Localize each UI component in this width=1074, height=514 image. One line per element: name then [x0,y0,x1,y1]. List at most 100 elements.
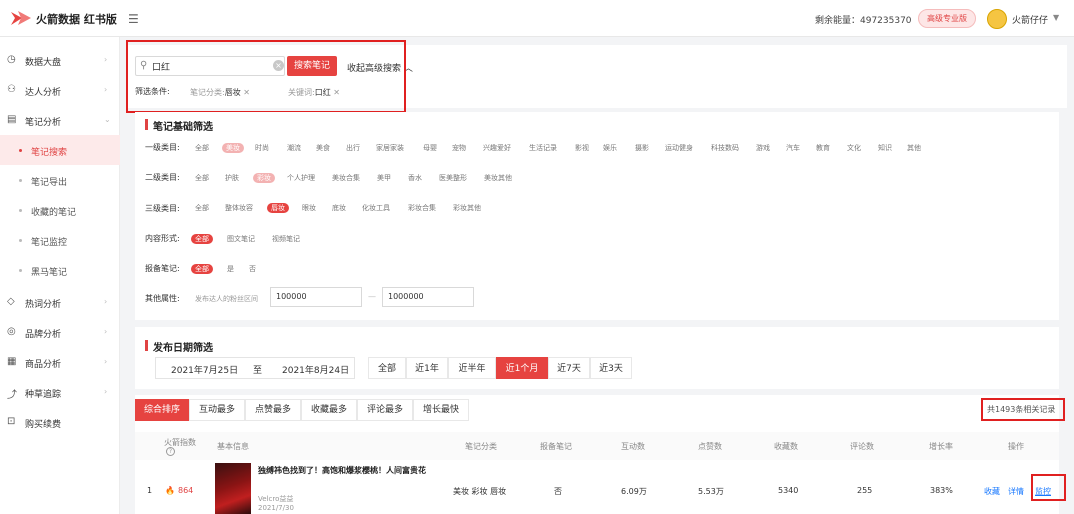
range-all[interactable]: 全部 [368,357,406,379]
sort-likes[interactable]: 点赞最多 [245,399,301,421]
chevron-right-icon: › [104,55,108,64]
filter-option[interactable]: 个人护理 [287,173,315,183]
filter-option[interactable]: 母婴 [423,143,437,153]
range-3-days[interactable]: 近3天 [590,357,632,379]
row-category: 美妆 彩妆 唇妆 [453,487,507,496]
sidebar-item-dashboard[interactable]: ◷ 数据大盘 › [0,45,120,75]
brand-name: 火箭数据 红书版 [36,13,117,26]
filter-option[interactable]: 全部 [195,143,209,153]
collect-link[interactable]: 收藏 [984,486,1000,497]
filter-option[interactable]: 文化 [847,143,861,153]
filter-option[interactable]: 护肤 [225,173,239,183]
note-author[interactable]: Velcro益益 [258,494,293,504]
rocket-logo-icon[interactable] [10,9,32,27]
note-thumbnail[interactable] [215,463,251,514]
sort-collects[interactable]: 收藏最多 [301,399,357,421]
filter-option[interactable]: 图文笔记 [227,234,255,244]
filter-option[interactable]: 美妆 [222,143,244,153]
sort-growth[interactable]: 增长最快 [413,399,469,421]
level3-label: 三级类目: [145,204,180,213]
filter-option[interactable]: 美妆其他 [484,173,512,183]
sidebar-sub-note-search[interactable]: 笔记搜索 [0,135,120,165]
range-1-year[interactable]: 近1年 [406,357,448,379]
filter-option[interactable]: 全部 [191,264,213,274]
chevron-down-icon[interactable]: ▼ [1053,13,1059,22]
filter-option[interactable]: 美甲 [377,173,391,183]
filter-option[interactable]: 教育 [816,143,830,153]
filter-option[interactable]: 眼妆 [302,203,316,213]
filter-option[interactable]: 唇妆 [267,203,289,213]
filter-option[interactable]: 美妆合集 [332,173,360,183]
filter-option[interactable]: 全部 [191,234,213,244]
sidebar-item-brand[interactable]: ◎ 品牌分析 › [0,317,120,347]
filter-option[interactable]: 香水 [408,173,422,183]
sidebar-item-tracking[interactable]: ⤴ 种草追踪 › [0,377,120,407]
filter-option[interactable]: 美食 [316,143,330,153]
th-likes: 点赞数 [698,442,722,451]
sort-interact[interactable]: 互动最多 [189,399,245,421]
range-7-days[interactable]: 近7天 [548,357,590,379]
chevron-right-icon: › [104,387,108,396]
filter-option[interactable]: 彩妆合集 [408,203,436,213]
username[interactable]: 火箭仔仔 [1012,13,1048,26]
sidebar-sub-note-monitor[interactable]: 笔记监控 [0,225,120,255]
filter-option[interactable]: 整体妆容 [225,203,253,213]
note-title[interactable]: 独缚祎色找到了！高饱和爆浆樱桃！人间富贵花 [258,465,438,476]
sort-overall[interactable]: 综合排序 [135,399,189,421]
filter-option[interactable]: 视频笔记 [272,234,300,244]
sidebar-sub-dark-horse[interactable]: 黑马笔记 [0,255,120,285]
filter-option[interactable]: 其他 [907,143,921,153]
date-start[interactable]: 2021年7月25日 [171,363,238,376]
pro-badge[interactable]: 高级专业版 [918,9,976,28]
range-1-month[interactable]: 近1个月 [496,357,548,379]
sidebar-item-kol[interactable]: ⚇ 达人分析 › [0,75,120,105]
sidebar-item-goods[interactable]: ▦ 商品分析 › [0,347,120,377]
filter-option[interactable]: 知识 [878,143,892,153]
filter-option[interactable]: 彩妆 [253,173,275,183]
sidebar-item-hotwords[interactable]: ◇ 热词分析 › [0,287,120,317]
date-end[interactable]: 2021年8月24日 [282,363,349,376]
filter-option[interactable]: 底妆 [332,203,346,213]
range-half-year[interactable]: 近半年 [448,357,496,379]
row-collects: 5340 [778,486,799,495]
th-category: 笔记分类 [465,442,497,451]
filter-option[interactable]: 否 [249,264,256,274]
filter-option[interactable]: 彩妆其他 [453,203,481,213]
filter-option[interactable]: 兴趣爱好 [483,143,511,153]
sidebar-sub-saved-notes[interactable]: 收藏的笔记 [0,195,120,225]
sidebar-item-notes[interactable]: ▤ 笔记分析 ⌄ [0,105,120,135]
filter-option[interactable]: 全部 [195,203,209,213]
filter-option[interactable]: 出行 [346,143,360,153]
help-icon[interactable]: ? [166,447,175,456]
dashboard-icon: ◷ [7,54,16,65]
filter-option[interactable]: 影视 [575,143,589,153]
filter-option[interactable]: 宠物 [452,143,466,153]
fans-min-input[interactable]: 100000 [270,287,362,307]
filter-option[interactable]: 潮流 [287,143,301,153]
row-growth: 383% [930,486,953,495]
date-range-picker[interactable]: 2021年7月25日 至 2021年8月24日 [155,357,355,379]
chevron-right-icon: › [104,297,108,306]
filter-option[interactable]: 化妆工具 [362,203,390,213]
filter-option[interactable]: 娱乐 [603,143,617,153]
filter-option[interactable]: 科技数码 [711,143,739,153]
chevron-down-icon: ⌄ [104,115,111,124]
filter-option[interactable]: 生活记录 [529,143,557,153]
fans-max-input[interactable]: 1000000 [382,287,474,307]
sidebar-item-purchase[interactable]: ⊡ 购买续费 [0,407,120,437]
filter-option[interactable]: 摄影 [635,143,649,153]
filter-option[interactable]: 时尚 [255,143,269,153]
filter-option[interactable]: 医美整形 [439,173,467,183]
avatar[interactable] [987,9,1007,29]
filter-option[interactable]: 游戏 [756,143,770,153]
filter-option[interactable]: 汽车 [786,143,800,153]
sidebar-item-label: 种草追踪 [25,390,62,400]
menu-toggle-icon[interactable]: ☰ [128,12,139,26]
sort-comments[interactable]: 评论最多 [357,399,413,421]
detail-link[interactable]: 详情 [1008,486,1024,497]
filter-option[interactable]: 是 [227,264,234,274]
sidebar-sub-note-export[interactable]: 笔记导出 [0,165,120,195]
filter-option[interactable]: 全部 [195,173,209,183]
filter-option[interactable]: 运动健身 [665,143,693,153]
filter-option[interactable]: 家居家装 [376,143,404,153]
